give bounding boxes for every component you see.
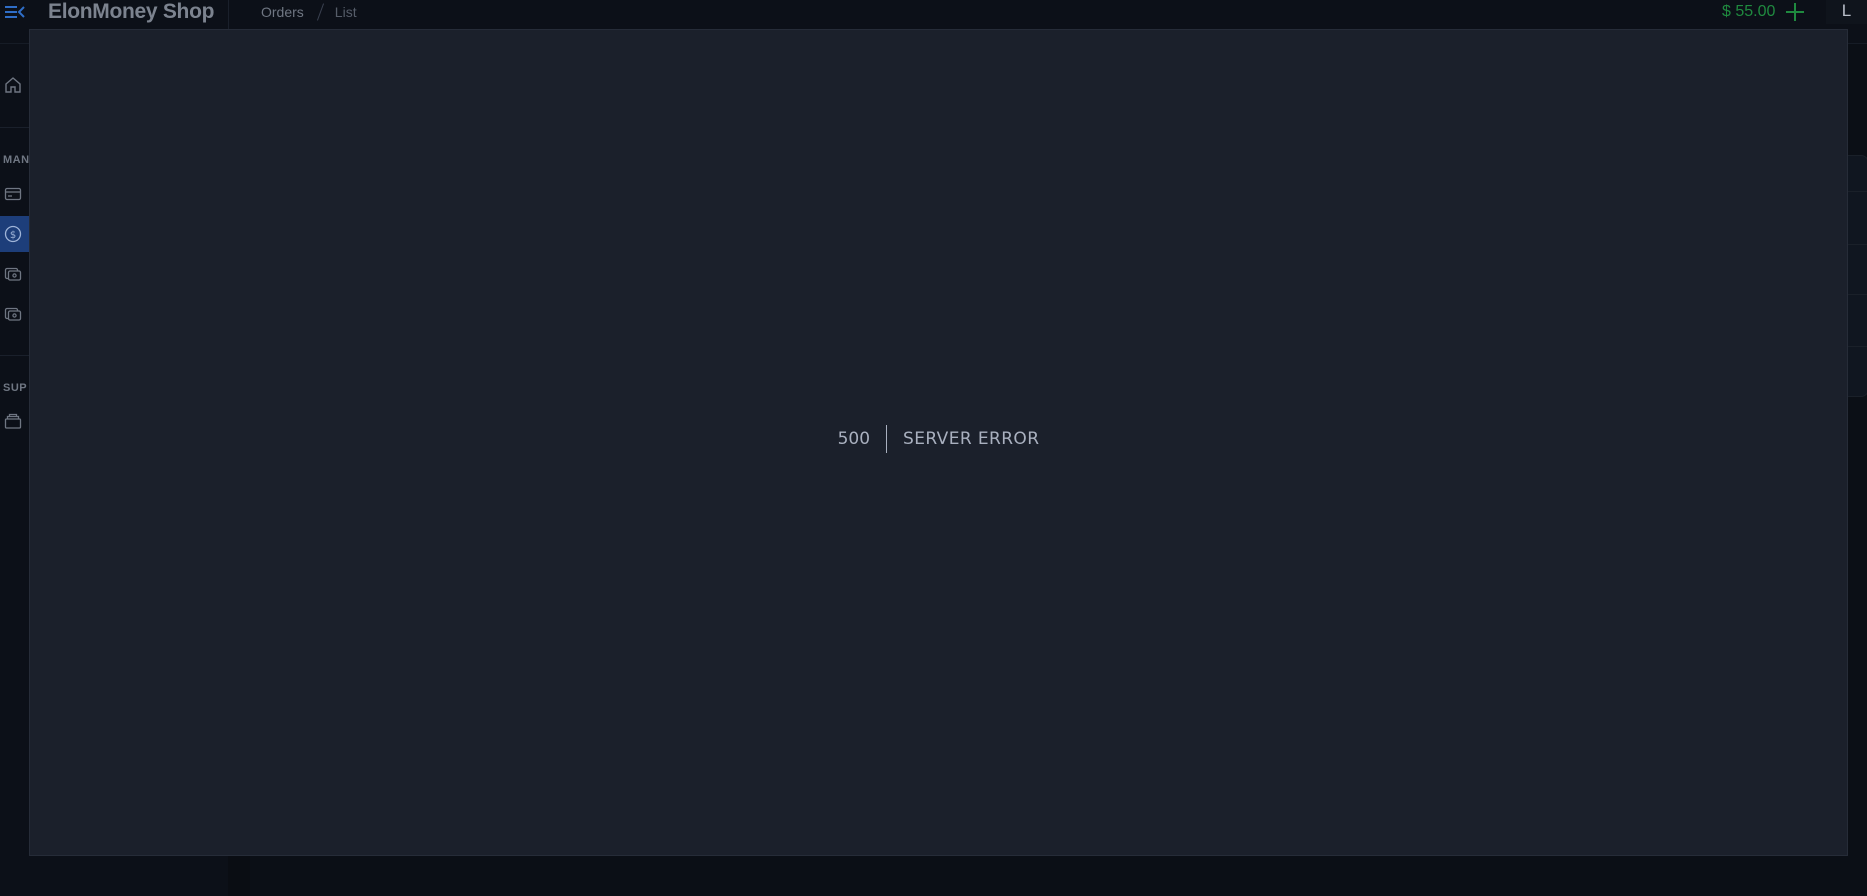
balance-amount: $ 55.00 bbox=[1722, 3, 1776, 20]
box-icon[interactable] bbox=[4, 412, 22, 430]
home-icon[interactable] bbox=[4, 76, 22, 94]
breadcrumb-separator bbox=[316, 3, 324, 21]
sidebar-section-support: SUP bbox=[3, 382, 28, 394]
error-code: 500 bbox=[838, 424, 888, 453]
app-root: ElonMoney Shop Orders List $ 55.00 L MAN bbox=[0, 0, 1867, 896]
sidebar-section-main: MAN bbox=[3, 154, 30, 166]
card-icon[interactable] bbox=[4, 185, 22, 203]
svg-text:$: $ bbox=[10, 230, 16, 241]
brand-name[interactable]: ElonMoney Shop bbox=[48, 0, 214, 24]
user-avatar[interactable]: L bbox=[1826, 0, 1867, 24]
wallet-alt-icon[interactable] bbox=[4, 305, 22, 323]
dollar-icon[interactable]: $ bbox=[4, 225, 22, 243]
add-funds-icon[interactable] bbox=[1784, 1, 1806, 23]
breadcrumb: Orders List bbox=[261, 3, 357, 21]
breadcrumb-orders[interactable]: Orders bbox=[261, 4, 304, 20]
server-error-message: 500 SERVER ERROR bbox=[30, 26, 1847, 851]
menu-toggle-icon[interactable] bbox=[4, 3, 26, 21]
error-modal: 500 SERVER ERROR bbox=[29, 29, 1848, 856]
wallet-icon[interactable] bbox=[4, 265, 22, 283]
breadcrumb-list: List bbox=[334, 4, 357, 20]
error-text: SERVER ERROR bbox=[903, 428, 1040, 449]
